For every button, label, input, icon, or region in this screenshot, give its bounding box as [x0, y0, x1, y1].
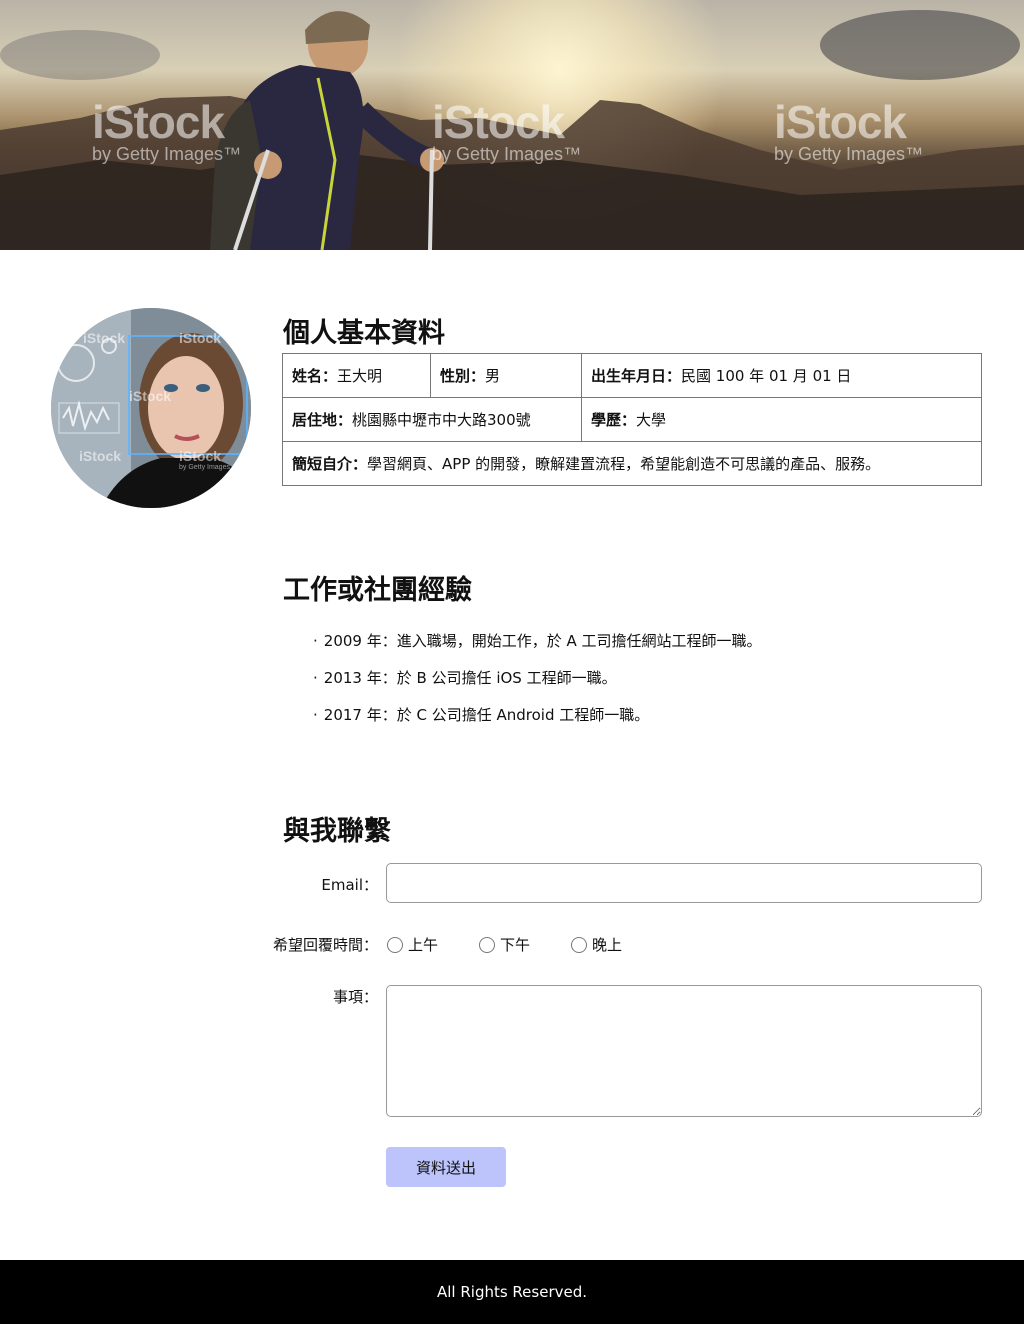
footer: All Rights Reserved. [0, 1260, 1024, 1324]
email-label: Email： [321, 876, 378, 894]
birth-value: 民國 100 年 01 月 01 日 [681, 367, 852, 385]
reply-option-morning[interactable]: 上午 [387, 934, 438, 955]
profile-table: 姓名：王大明 性別：男 出生年月日：民國 100 年 01 月 01 日 居住地… [282, 353, 982, 486]
address-label: 居住地： [292, 411, 353, 429]
gender-cell: 性別：男 [430, 353, 582, 398]
watermark: iStock by Getty Images [179, 448, 230, 471]
watermark: iStock by Getty Images™ [92, 96, 242, 164]
education-value: 大學 [636, 411, 667, 429]
list-item: 2009 年：進入職場，開始工作，於 A 工司擔任網站工程師一職。 [313, 630, 762, 667]
watermark: iStock [79, 448, 122, 464]
watermark: iStock [83, 330, 126, 346]
submit-button[interactable]: 資料送出 [386, 1147, 506, 1187]
gender-value: 男 [485, 367, 501, 385]
gender-label: 性別： [440, 367, 486, 385]
avatar: iStock iStock iStock iStock iStock by Ge… [51, 308, 251, 508]
list-item: 2013 年：於 B 公司擔任 iOS 工程師一職。 [313, 667, 762, 704]
name-value: 王大明 [337, 367, 383, 385]
banner-image: iStock by Getty Images™ iStock by Getty … [0, 0, 1024, 250]
address-value: 桃園縣中壢市中大路300號 [352, 411, 531, 429]
address-cell: 居住地：桃園縣中壢市中大路300號 [282, 397, 582, 442]
radio-icon[interactable] [387, 936, 403, 953]
bio-value: 學習網頁、APP 的開發，瞭解建置流程，希望能創造不可思議的產品、服務。 [367, 455, 881, 473]
watermark: iStock by Getty Images™ [432, 96, 582, 164]
birth-label: 出生年月日： [591, 367, 682, 385]
reply-option-label: 下午 [500, 936, 531, 954]
reply-option-label: 晚上 [592, 936, 623, 954]
watermark: iStock by Getty Images™ [774, 96, 924, 164]
reply-option-evening[interactable]: 晚上 [571, 934, 622, 955]
radio-icon[interactable] [479, 936, 495, 953]
experience-heading: 工作或社團經驗 [283, 575, 472, 606]
name-label: 姓名： [292, 367, 338, 385]
reply-time-label: 希望回覆時間： [272, 936, 378, 954]
reply-option-label: 上午 [408, 936, 439, 954]
watermark: iStock [179, 330, 222, 346]
watermark: iStock [129, 388, 172, 404]
birth-cell: 出生年月日：民國 100 年 01 月 01 日 [581, 353, 982, 398]
name-cell: 姓名：王大明 [282, 353, 431, 398]
education-label: 學歷： [591, 411, 637, 429]
radio-icon[interactable] [571, 936, 587, 953]
contact-heading: 與我聯繫 [283, 816, 391, 847]
profile-heading: 個人基本資料 [283, 318, 445, 349]
notes-label: 事項： [332, 988, 378, 1006]
email-field[interactable] [386, 863, 982, 903]
notes-textarea[interactable] [386, 985, 982, 1117]
bio-label: 簡短自介： [292, 455, 368, 473]
education-cell: 學歷：大學 [581, 397, 982, 442]
reply-option-afternoon[interactable]: 下午 [479, 934, 530, 955]
experience-list: 2009 年：進入職場，開始工作，於 A 工司擔任網站工程師一職。 2013 年… [313, 630, 762, 741]
bio-cell: 簡短自介：學習網頁、APP 的開發，瞭解建置流程，希望能創造不可思議的產品、服務… [282, 441, 982, 486]
list-item: 2017 年：於 C 公司擔任 Android 工程師一職。 [313, 704, 762, 741]
footer-text: All Rights Reserved. [436, 1283, 588, 1301]
